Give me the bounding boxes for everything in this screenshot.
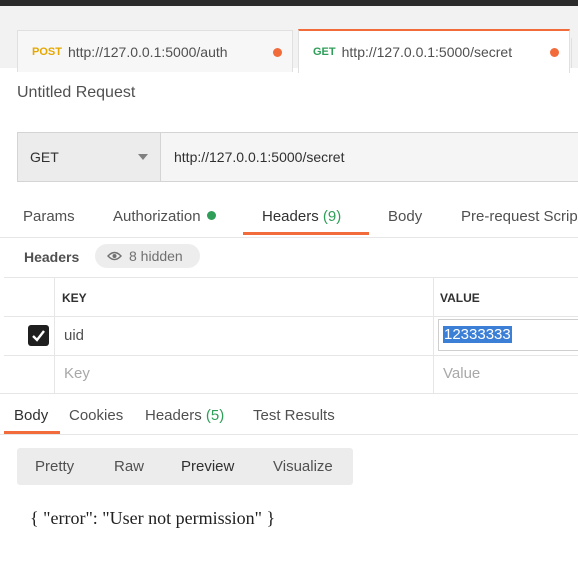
- tab-response-body[interactable]: Body: [14, 407, 48, 424]
- header-value-selected-text: 12333333: [443, 326, 512, 343]
- tab-authorization-label: Authorization: [113, 208, 201, 225]
- response-body-preview: { "error": "User not permission" }: [30, 508, 276, 528]
- column-divider: [54, 278, 55, 394]
- unsaved-dot-icon: [550, 48, 559, 57]
- new-key-input[interactable]: Key: [64, 365, 90, 382]
- key-column-header: KEY: [62, 291, 87, 305]
- tab-headers-label: Headers: [262, 208, 319, 225]
- headers-table: KEY VALUE uid 12333333 Key Value: [4, 277, 578, 394]
- tab-post-auth[interactable]: POST http://127.0.0.1:5000/auth: [17, 30, 293, 72]
- tab-url-label: http://127.0.0.1:5000/auth: [67, 43, 228, 60]
- response-tabs: Body Cookies Headers (5) Test Results: [0, 393, 578, 436]
- tab-authorization[interactable]: Authorization: [113, 208, 216, 225]
- tab-body[interactable]: Body: [388, 208, 422, 225]
- tab-response-cookies[interactable]: Cookies: [69, 407, 123, 424]
- row-divider: [4, 316, 578, 317]
- tab-prerequest-script[interactable]: Pre-request Scrip: [461, 208, 578, 225]
- headers-toolbar: Headers 8 hidden: [0, 238, 578, 277]
- visualize-button[interactable]: Visualize: [273, 458, 333, 475]
- header-enabled-checkbox[interactable]: [28, 325, 49, 346]
- tab-get-secret[interactable]: GET http://127.0.0.1:5000/secret: [298, 29, 570, 73]
- chevron-down-icon: [138, 154, 148, 160]
- preview-button[interactable]: Preview: [181, 458, 234, 475]
- request-tab-strip: POST http://127.0.0.1:5000/auth GET http…: [0, 6, 578, 73]
- method-select-label: GET: [30, 149, 59, 165]
- hidden-headers-label: 8 hidden: [129, 248, 183, 264]
- header-key-cell[interactable]: uid: [64, 327, 84, 344]
- status-dot-icon: [206, 211, 216, 220]
- pretty-button[interactable]: Pretty: [35, 458, 74, 475]
- eye-icon: [107, 248, 122, 264]
- url-input[interactable]: http://127.0.0.1:5000/secret: [174, 149, 344, 165]
- request-title[interactable]: Untitled Request: [17, 84, 135, 102]
- tab-method-label: POST: [32, 45, 62, 58]
- tab-method-label: GET: [313, 46, 336, 58]
- tab-headers-count: (9): [322, 208, 342, 225]
- view-mode-group: Pretty Raw Preview Visualize: [17, 448, 353, 485]
- tab-params[interactable]: Params: [23, 208, 75, 225]
- headers-label: Headers: [24, 249, 80, 265]
- active-tab-indicator: [243, 232, 369, 235]
- tab-url-label: http://127.0.0.1:5000/secret: [341, 44, 513, 60]
- new-value-input[interactable]: Value: [443, 365, 480, 382]
- request-tabs: Params Authorization Headers (9) Body Pr…: [0, 196, 578, 236]
- tab-overflow-edge: [571, 38, 578, 68]
- tab-headers[interactable]: Headers (9): [262, 208, 341, 225]
- method-select[interactable]: GET: [18, 133, 161, 181]
- divider: [0, 434, 578, 435]
- tab-test-results[interactable]: Test Results: [253, 407, 335, 424]
- tab-response-headers[interactable]: Headers (5): [145, 407, 224, 424]
- row-divider: [4, 355, 578, 356]
- column-divider: [433, 278, 434, 394]
- unsaved-dot-icon: [273, 48, 282, 57]
- url-bar: GET http://127.0.0.1:5000/secret: [17, 132, 578, 182]
- tab-response-headers-count: (5): [205, 407, 225, 424]
- header-value-cell[interactable]: 12333333: [438, 319, 578, 351]
- tab-response-headers-label: Headers: [145, 407, 202, 424]
- raw-button[interactable]: Raw: [114, 458, 144, 475]
- hidden-headers-toggle[interactable]: 8 hidden: [95, 244, 200, 268]
- checkmark-icon: [32, 330, 45, 342]
